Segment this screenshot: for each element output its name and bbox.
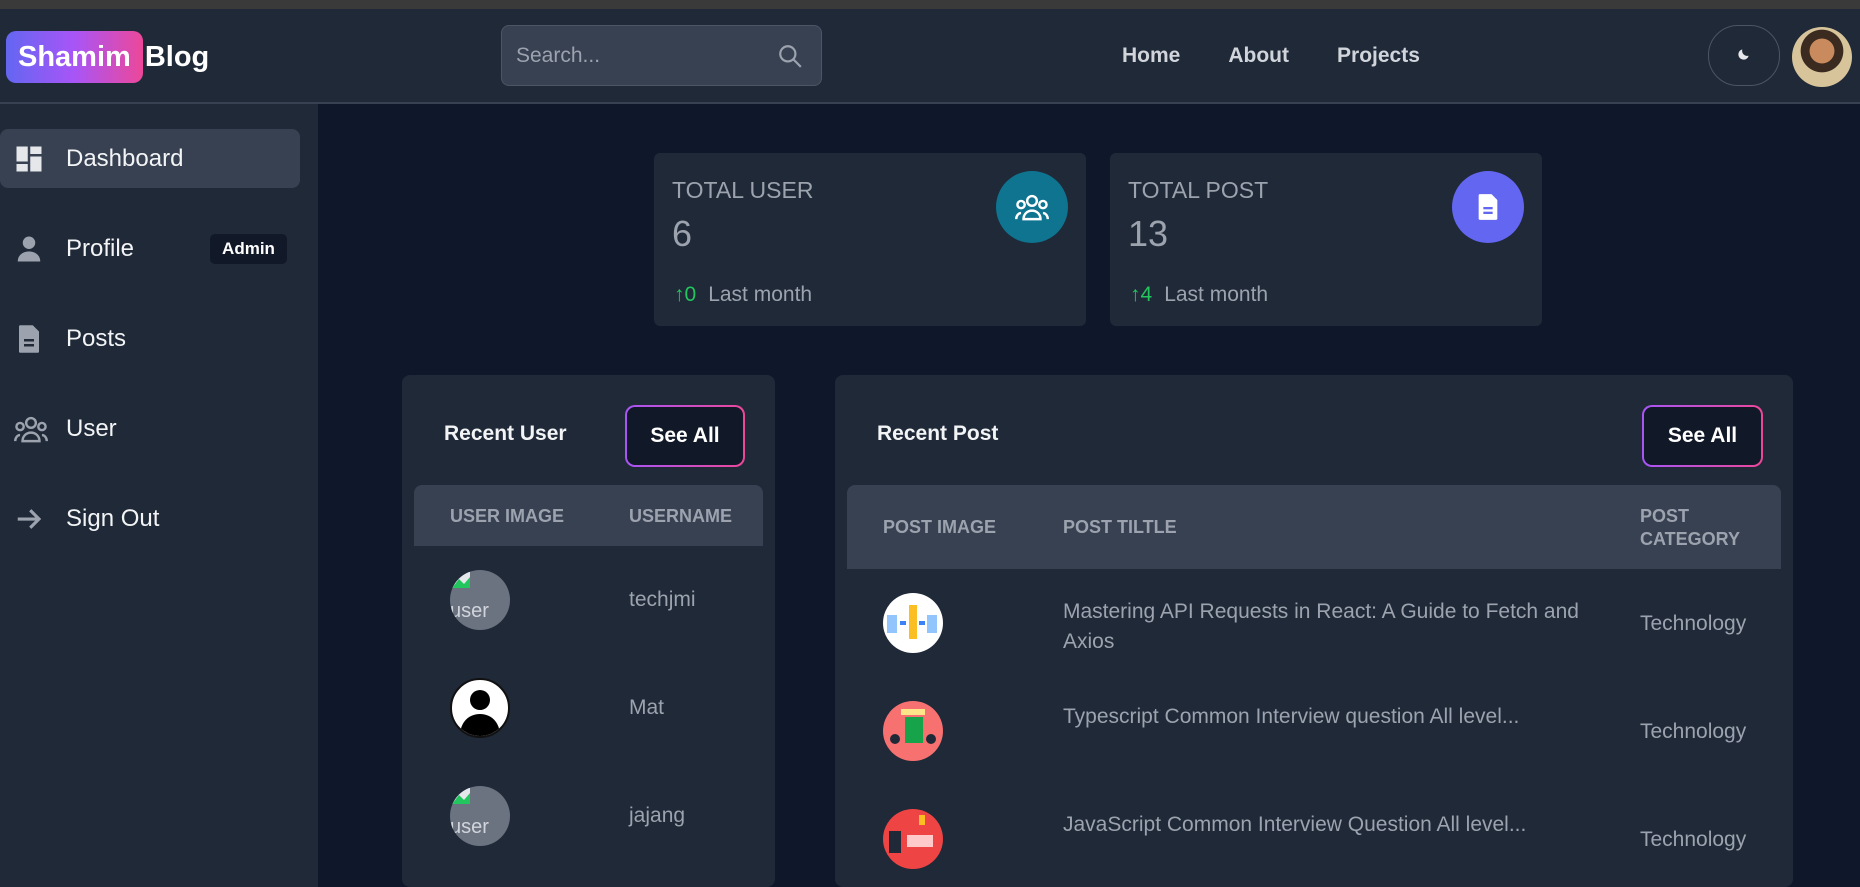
- users-icon: [14, 414, 48, 444]
- username-cell: Mat: [629, 696, 665, 719]
- nav-about-link[interactable]: About: [1228, 44, 1289, 68]
- recent-user-panel: Recent User See All USER IMAGE USERNAME …: [402, 375, 775, 887]
- browser-top-strip: [0, 0, 1860, 9]
- table-header: POST IMAGE POST TILTLE POST CATEGORY: [847, 485, 1781, 569]
- search-box: [501, 25, 822, 86]
- image-alt-text: user: [450, 600, 489, 622]
- nav-projects-link[interactable]: Projects: [1337, 44, 1420, 68]
- main-nav: Home About Projects: [1122, 44, 1420, 68]
- post-image: [883, 809, 943, 869]
- column-header: USERNAME: [629, 506, 733, 526]
- post-category-cell: Technology: [1640, 720, 1747, 743]
- nav-home-link[interactable]: Home: [1122, 44, 1180, 68]
- site-logo[interactable]: Shamim Blog: [6, 31, 209, 83]
- change-indicator: ↑0: [674, 283, 696, 307]
- change-value: 4: [1140, 283, 1153, 306]
- total-post-card: TOTAL POST 13 ↑4 Last month: [1110, 153, 1542, 326]
- change-period: Last month: [708, 283, 813, 306]
- sidebar: Dashboard Profile Admin Posts User Sign …: [0, 104, 318, 887]
- card-value: 6: [672, 213, 693, 254]
- arrow-right-icon: [14, 504, 44, 534]
- post-category-cell: Technology: [1640, 828, 1747, 851]
- sidebar-item-label: Profile: [66, 234, 135, 262]
- card-title: TOTAL POST: [1128, 177, 1269, 203]
- change-value: 0: [684, 283, 697, 306]
- button-label: See All: [627, 407, 743, 465]
- dashboard-icon: [14, 144, 44, 174]
- change-period: Last month: [1164, 283, 1269, 306]
- see-all-users-button[interactable]: See All: [625, 405, 745, 467]
- users-group-icon: [996, 171, 1068, 243]
- sidebar-item-label: Dashboard: [66, 144, 184, 172]
- button-label: See All: [1644, 407, 1761, 465]
- post-title-cell: Typescript Common Interview question All…: [1063, 705, 1520, 728]
- sidebar-item-label: Posts: [66, 324, 127, 352]
- navbar: Shamim Blog Home About Projects: [0, 9, 1860, 104]
- column-header: POST IMAGE: [883, 517, 997, 537]
- post-title-cell: Mastering API Requests in React: A Guide…: [1063, 600, 1579, 653]
- card-value: 13: [1128, 213, 1169, 254]
- total-user-card: TOTAL USER 6 ↑0 Last month: [654, 153, 1086, 326]
- column-header: POST TILTLE: [1063, 517, 1177, 537]
- broken-image-icon: [452, 572, 470, 588]
- post-category-cell: Technology: [1640, 612, 1747, 635]
- sidebar-item-label: Sign Out: [66, 504, 160, 532]
- card-footer: ↑0 Last month: [674, 283, 812, 307]
- panel-title: Recent Post: [877, 422, 999, 445]
- post-image: [883, 701, 943, 761]
- broken-image-icon: [452, 788, 470, 804]
- card-title: TOTAL USER: [672, 177, 814, 203]
- username-cell: techjmi: [629, 588, 696, 611]
- sidebar-item-posts[interactable]: Posts: [0, 309, 300, 368]
- sidebar-item-user[interactable]: User: [0, 399, 300, 458]
- column-header: USER IMAGE: [450, 506, 565, 526]
- post-image: [883, 593, 943, 653]
- panel-title: Recent User: [444, 422, 567, 445]
- user-icon: [14, 234, 44, 264]
- theme-toggle-button[interactable]: [1708, 25, 1780, 86]
- sidebar-item-dashboard[interactable]: Dashboard: [0, 129, 300, 188]
- see-all-posts-button[interactable]: See All: [1642, 405, 1763, 467]
- search-icon[interactable]: [777, 43, 803, 69]
- sidebar-item-sign-out[interactable]: Sign Out: [0, 489, 300, 548]
- user-image: user: [450, 786, 510, 846]
- user-image: user: [450, 570, 510, 630]
- username-cell: jajang: [629, 804, 686, 827]
- user-avatar[interactable]: [1792, 27, 1852, 87]
- arrow-up-icon: ↑: [674, 283, 685, 306]
- logo-pill: Shamim: [6, 31, 143, 83]
- user-image: [450, 678, 510, 738]
- arrow-up-icon: ↑: [1130, 283, 1141, 306]
- recent-post-panel: Recent Post See All POST IMAGE POST TILT…: [835, 375, 1793, 887]
- search-input[interactable]: [516, 26, 766, 85]
- post-title-cell: JavaScript Common Interview Question All…: [1063, 813, 1527, 836]
- image-alt-text: user: [450, 816, 489, 838]
- logo-text: Blog: [144, 40, 210, 73]
- moon-icon: [1737, 47, 1751, 64]
- column-header: POST CATEGORY: [1640, 506, 1741, 549]
- document-icon: [14, 324, 44, 354]
- sidebar-item-label: User: [66, 414, 117, 442]
- card-footer: ↑4 Last month: [1130, 283, 1268, 307]
- user-silhouette-icon: [460, 690, 500, 736]
- admin-badge: Admin: [210, 234, 287, 264]
- document-icon: [1452, 171, 1524, 243]
- table-header: USER IMAGE USERNAME: [414, 485, 763, 546]
- change-indicator: ↑4: [1130, 283, 1152, 307]
